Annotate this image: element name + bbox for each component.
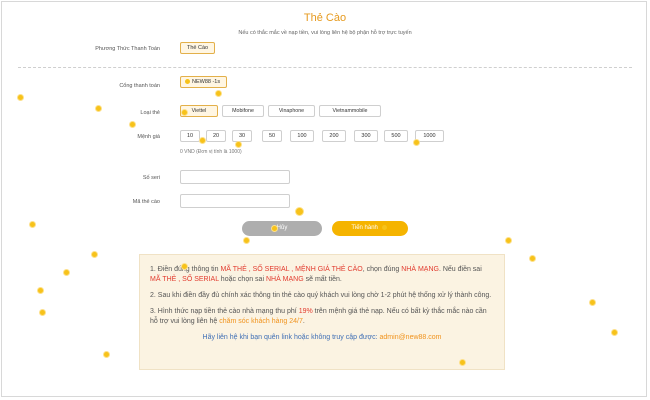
amount-200[interactable]: 200	[322, 130, 346, 142]
gateway-chip-label: NEW88 -1s	[192, 79, 221, 85]
card-type-label: Loại thẻ	[140, 110, 160, 116]
gateway-label: Cổng thanh toán	[119, 83, 160, 89]
flower-icon	[182, 110, 187, 115]
amount-10[interactable]: 10	[180, 130, 200, 142]
flower-icon	[236, 142, 241, 147]
page-subtitle: Nếu có thắc mắc về nạp tiền, vui lòng li…	[238, 30, 412, 36]
info-text: hoặc chọn sai	[218, 276, 266, 283]
info-text: 3. Hình thức nạp tiền thẻ cào nhà mạng t…	[150, 308, 299, 315]
amount-500[interactable]: 500	[384, 130, 408, 142]
amount-1000[interactable]: 1000	[415, 130, 444, 142]
info-box: 1. Điền đúng thông tin MÃ THẺ , SỐ SERIA…	[139, 254, 505, 370]
contact-line: Hãy liên hệ khi bạn quên link hoặc không…	[150, 333, 494, 343]
flower-icon	[381, 224, 387, 230]
contact-text: Hãy liên hệ khi bạn quên link hoặc không…	[202, 334, 380, 341]
amount-30[interactable]: 30	[232, 130, 252, 142]
serial-input[interactable]	[180, 170, 290, 184]
card-code-input[interactable]	[180, 194, 290, 208]
flower-icon	[272, 226, 277, 231]
fee-percent: 19%	[298, 308, 313, 315]
card-type-vinaphone[interactable]: Vinaphone	[268, 105, 315, 117]
info-text: .	[302, 318, 305, 325]
flower-icon	[30, 222, 35, 227]
info-highlight: NHÀ MẠNG	[265, 276, 304, 283]
info-highlight: MÃ THẺ , SỐ SERIAL	[150, 276, 219, 283]
flower-icon	[182, 264, 187, 269]
flower-icon	[200, 138, 205, 143]
card-code-label: Mã thẻ cào	[132, 199, 160, 205]
flower-icon	[185, 79, 190, 85]
flower-icon	[244, 238, 249, 243]
page-title: Thẻ Cào	[303, 12, 347, 24]
flower-icon	[216, 91, 221, 96]
flower-icon	[96, 106, 101, 111]
serial-label: Số seri	[142, 175, 160, 181]
info-item-3: 3. Hình thức nạp tiền thẻ cào nhà mạng t…	[150, 307, 494, 327]
payment-method-chip[interactable]: Thẻ Cào	[180, 42, 216, 54]
payment-method-label: Phương Thức Thanh Toán	[95, 46, 160, 52]
flower-icon	[414, 140, 419, 145]
flower-icon	[40, 310, 45, 315]
info-text: sẽ mất tiền.	[303, 276, 342, 283]
flower-icon	[506, 238, 511, 243]
amount-300[interactable]: 300	[354, 130, 378, 142]
denomination-label: Mệnh giá	[137, 134, 160, 140]
flower-icon	[104, 352, 109, 357]
gateway-chip[interactable]: NEW88 -1s	[180, 76, 228, 88]
card-type-mobifone[interactable]: Mobifone	[222, 105, 264, 117]
info-item-2: 2. Sau khi điền đầy đủ chính xác thông t…	[150, 292, 492, 299]
contact-email-link[interactable]: admin@new88.com	[380, 334, 442, 341]
flower-icon	[130, 122, 135, 127]
info-text: . Nếu điền sai	[438, 266, 482, 273]
flower-icon	[92, 252, 97, 257]
flower-icon	[18, 95, 23, 100]
flower-icon	[530, 256, 535, 261]
amount-50[interactable]: 50	[262, 130, 282, 142]
section-divider	[18, 67, 632, 68]
cancel-button[interactable]: Hủy	[242, 221, 322, 236]
denomination-note: 0 VND (Đơn vị tính là 1000)	[180, 149, 242, 155]
flower-icon	[612, 330, 617, 335]
info-highlight: NHÀ MẠNG	[401, 266, 439, 273]
submit-button-label: Tiến hành	[351, 225, 378, 231]
submit-button[interactable]: Tiến hành	[332, 221, 408, 236]
info-text: , chọn đúng	[362, 266, 402, 273]
info-item-1: 1. Điền đúng thông tin MÃ THẺ , SỐ SERIA…	[150, 265, 494, 285]
flower-icon	[64, 270, 69, 275]
flower-icon	[590, 300, 595, 305]
info-highlight: MÃ THẺ , SỐ SERIAL , MỆNH GIÁ THẺ CÀO	[220, 266, 363, 273]
amount-100[interactable]: 100	[290, 130, 314, 142]
flower-icon	[460, 360, 465, 365]
amount-20[interactable]: 20	[206, 130, 226, 142]
flower-icon	[296, 208, 303, 215]
card-type-vietnammobile[interactable]: Vietnammobile	[319, 105, 381, 117]
flower-icon	[38, 288, 43, 293]
support-link[interactable]: chăm sóc khách hàng 24/7	[219, 318, 303, 325]
